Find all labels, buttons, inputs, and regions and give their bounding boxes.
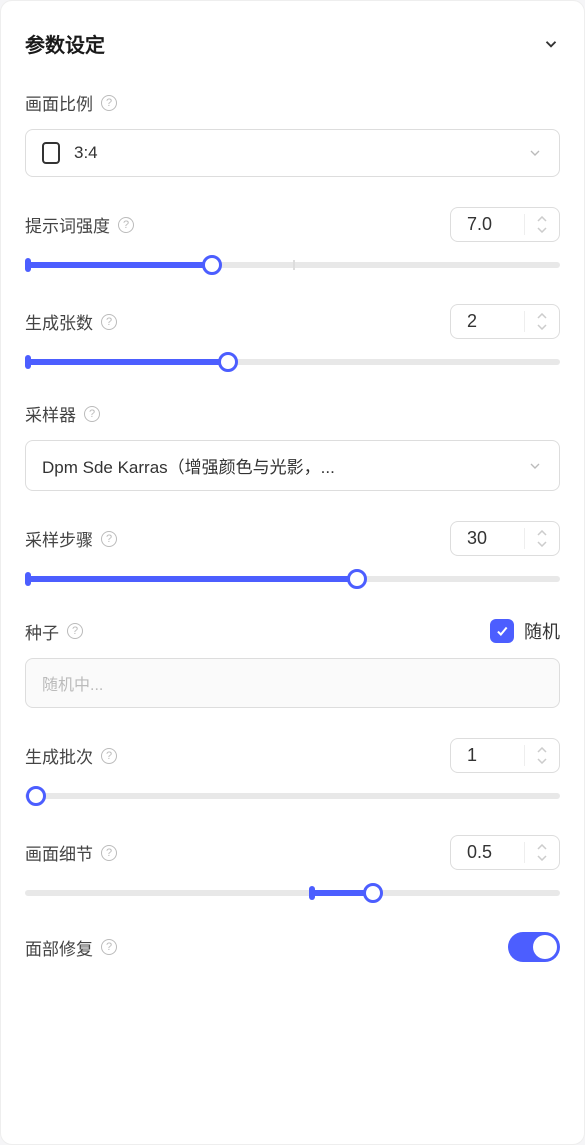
batch-input[interactable]: 1 (450, 738, 560, 773)
help-icon[interactable]: ? (84, 406, 100, 422)
prompt-strength-section: 提示词强度 ? 7.0 (25, 207, 560, 274)
image-count-value: 2 (467, 311, 514, 332)
aspect-ratio-value: 3:4 (74, 143, 98, 163)
help-icon[interactable]: ? (101, 531, 117, 547)
toggle-thumb (533, 935, 557, 959)
stepper-up-icon[interactable] (535, 214, 549, 224)
slider-thumb[interactable] (218, 352, 238, 372)
sampler-section: 采样器 ? Dpm Sde Karras（增强颜色与光影，... (25, 401, 560, 491)
batch-label: 生成批次 (25, 743, 93, 768)
image-count-slider[interactable] (25, 353, 560, 371)
slider-thumb[interactable] (363, 883, 383, 903)
steps-slider[interactable] (25, 570, 560, 588)
batch-value: 1 (467, 745, 514, 766)
help-icon[interactable]: ? (67, 623, 83, 639)
detail-input[interactable]: 0.5 (450, 835, 560, 870)
face-fix-section: 面部修复 ? (25, 932, 560, 962)
slider-thumb[interactable] (347, 569, 367, 589)
panel-header: 参数设定 (25, 29, 560, 58)
sampler-select[interactable]: Dpm Sde Karras（增强颜色与光影，... (25, 440, 560, 491)
stepper-up-icon[interactable] (535, 842, 549, 852)
stepper-up-icon[interactable] (535, 311, 549, 321)
seed-section: 种子 ? 随机 随机中... (25, 618, 560, 708)
help-icon[interactable]: ? (118, 217, 134, 233)
detail-section: 画面细节 ? 0.5 (25, 835, 560, 902)
sampler-value: Dpm Sde Karras（增强颜色与光影，... (42, 453, 335, 478)
stepper-down-icon[interactable] (535, 225, 549, 235)
collapse-icon[interactable] (542, 35, 560, 53)
seed-label: 种子 (25, 619, 59, 644)
steps-input[interactable]: 30 (450, 521, 560, 556)
prompt-strength-label: 提示词强度 (25, 212, 110, 237)
help-icon[interactable]: ? (101, 95, 117, 111)
face-fix-label: 面部修复 (25, 935, 93, 960)
random-seed-checkbox[interactable] (490, 619, 514, 643)
slider-thumb[interactable] (26, 786, 46, 806)
image-count-label: 生成张数 (25, 309, 93, 334)
seed-placeholder: 随机中... (42, 677, 103, 694)
stepper-down-icon[interactable] (535, 756, 549, 766)
sampler-label: 采样器 (25, 401, 76, 426)
stepper-down-icon[interactable] (535, 853, 549, 863)
stepper-up-icon[interactable] (535, 528, 549, 538)
stepper-up-icon[interactable] (535, 745, 549, 755)
detail-label: 画面细节 (25, 840, 93, 865)
chevron-down-icon (527, 458, 543, 474)
help-icon[interactable]: ? (101, 845, 117, 861)
random-seed-label: 随机 (524, 618, 560, 644)
steps-label: 采样步骤 (25, 526, 93, 551)
aspect-ratio-section: 画面比例 ? 3:4 (25, 90, 560, 177)
face-fix-toggle[interactable] (508, 932, 560, 962)
ratio-icon (42, 142, 60, 164)
panel-title: 参数设定 (25, 29, 105, 58)
stepper-down-icon[interactable] (535, 322, 549, 332)
detail-value: 0.5 (467, 842, 514, 863)
slider-thumb[interactable] (202, 255, 222, 275)
steps-value: 30 (467, 528, 514, 549)
help-icon[interactable]: ? (101, 748, 117, 764)
parameters-panel: 参数设定 画面比例 ? 3:4 提示词强度 ? (0, 0, 585, 1145)
prompt-strength-slider[interactable] (25, 256, 560, 274)
batch-slider[interactable] (25, 787, 560, 805)
aspect-ratio-label: 画面比例 (25, 90, 93, 115)
image-count-input[interactable]: 2 (450, 304, 560, 339)
batch-section: 生成批次 ? 1 (25, 738, 560, 805)
stepper-down-icon[interactable] (535, 539, 549, 549)
prompt-strength-value: 7.0 (467, 214, 514, 235)
aspect-ratio-select[interactable]: 3:4 (25, 129, 560, 177)
steps-section: 采样步骤 ? 30 (25, 521, 560, 588)
help-icon[interactable]: ? (101, 939, 117, 955)
detail-slider[interactable] (25, 884, 560, 902)
chevron-down-icon (527, 145, 543, 161)
seed-input[interactable]: 随机中... (25, 658, 560, 708)
help-icon[interactable]: ? (101, 314, 117, 330)
image-count-section: 生成张数 ? 2 (25, 304, 560, 371)
prompt-strength-input[interactable]: 7.0 (450, 207, 560, 242)
